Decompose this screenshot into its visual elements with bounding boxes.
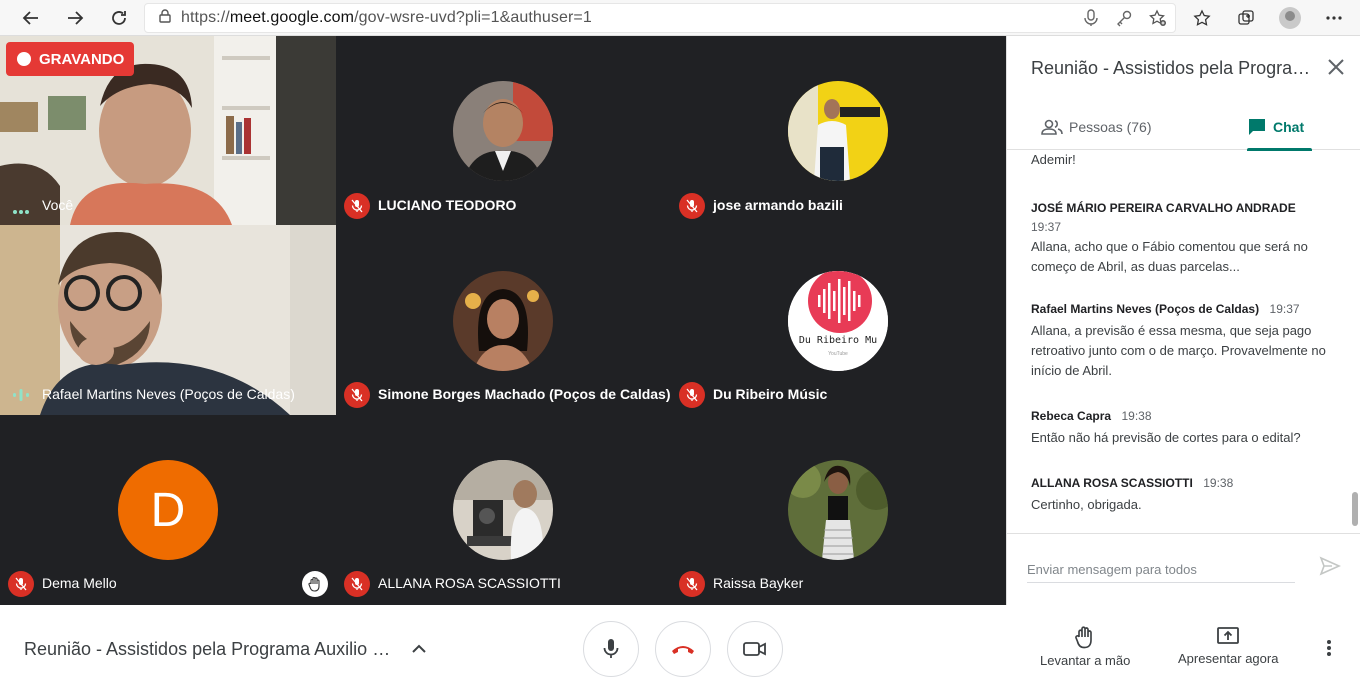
chat-message: Rebeca Capra 19:38 Então não há previsão… <box>1031 407 1331 448</box>
participant-name: LUCIANO TEODORO <box>378 197 517 213</box>
add-favorite-icon[interactable] <box>1149 9 1167 32</box>
side-panel: Reunião - Assistidos pela Programa Auxil… <box>1006 36 1360 605</box>
participant-tile[interactable]: Du Ribeiro Mu YouTube Du Ribeiro Músic <box>671 225 1006 415</box>
profile-avatar[interactable] <box>1274 4 1306 32</box>
participant-tile[interactable]: ALLANA ROSA SCASSIOTTI <box>336 415 671 605</box>
participant-name: ALLANA ROSA SCASSIOTTI <box>378 575 561 591</box>
participant-name: Du Ribeiro Músic <box>713 386 828 402</box>
recording-badge: GRAVANDO <box>6 42 134 76</box>
participant-tile[interactable]: LUCIANO TEODORO <box>336 36 671 225</box>
present-screen-icon <box>1217 627 1240 644</box>
send-icon[interactable] <box>1319 556 1341 581</box>
participant-avatar <box>788 460 888 560</box>
participant-name: Você <box>42 197 74 213</box>
message-sender: ALLANA ROSA SCASSIOTTI <box>1031 476 1193 490</box>
chat-messages: Ademir! JOSÉ MÁRIO PEREIRA CARVALHO ANDR… <box>1007 151 1351 533</box>
hand-icon <box>1075 626 1092 649</box>
more-options-icon[interactable] <box>1326 639 1332 662</box>
participant-tile[interactable]: Raissa Bayker <box>671 415 1006 605</box>
chat-message: JOSÉ MÁRIO PEREIRA CARVALHO ANDRADE 19:3… <box>1031 199 1331 277</box>
favorites-icon[interactable] <box>1186 4 1218 32</box>
present-now-button[interactable]: Apresentar agora <box>1178 625 1278 666</box>
message-time: 19:38 <box>1121 409 1152 423</box>
raise-hand-button[interactable]: Levantar a mão <box>1040 625 1130 668</box>
camera-button[interactable] <box>727 621 783 677</box>
raised-hand-icon <box>302 571 328 597</box>
participant-name: jose armando bazili <box>713 197 843 213</box>
chat-message: Ademir! <box>1031 152 1076 167</box>
participant-avatar <box>788 81 888 181</box>
message-text: Certinho, obrigada. <box>1031 497 1142 512</box>
message-time: 19:37 <box>1269 302 1300 316</box>
chat-icon <box>1249 119 1265 135</box>
participant-tile-self[interactable]: GRAVANDO Você <box>0 36 336 225</box>
tab-people[interactable]: Pessoas (76) <box>1041 104 1151 150</box>
participant-tile[interactable]: Simone Borges Machado (Poços de Caldas) <box>336 225 671 415</box>
chat-compose <box>1007 533 1360 605</box>
participant-avatar <box>453 460 553 560</box>
browser-toolbar: https://meet.google.com/gov-wsre-uvd?pli… <box>0 0 1360 36</box>
back-icon[interactable] <box>14 3 48 33</box>
hang-up-icon <box>672 646 694 654</box>
participant-tile[interactable]: jose armando bazili <box>671 36 1006 225</box>
chat-message-input[interactable] <box>1027 561 1295 583</box>
more-dots-icon <box>12 202 30 220</box>
mic-off-icon <box>344 382 370 408</box>
chat-scrollbar[interactable] <box>1352 492 1358 526</box>
url-text: https://meet.google.com/gov-wsre-uvd?pli… <box>181 9 592 26</box>
participant-name: Rafael Martins Neves (Poços de Caldas) <box>42 386 295 402</box>
mic-off-icon <box>8 571 34 597</box>
address-bar[interactable]: https://meet.google.com/gov-wsre-uvd?pli… <box>144 3 1176 33</box>
panel-title: Reunião - Assistidos pela Programa Auxil… <box>1031 58 1311 78</box>
more-horizontal-icon[interactable] <box>1318 4 1350 32</box>
chat-message: Rafael Martins Neves (Poços de Caldas) 1… <box>1031 300 1331 381</box>
audio-wave-icon <box>12 388 30 407</box>
tab-chat[interactable]: Chat <box>1247 104 1313 151</box>
participant-name: Dema Mello <box>42 575 117 591</box>
people-icon <box>1041 119 1063 135</box>
message-sender: Rebeca Capra <box>1031 409 1112 423</box>
message-time: 19:37 <box>1031 220 1062 234</box>
message-text: Allana, acho que o Fábio comentou que se… <box>1031 239 1308 274</box>
message-text: Allana, a previsão é essa mesma, que sej… <box>1031 323 1326 378</box>
microphone-button[interactable] <box>583 621 639 677</box>
participant-name: Simone Borges Machado (Poços de Caldas) <box>378 386 671 402</box>
mic-off-icon <box>679 193 705 219</box>
chat-message: ALLANA ROSA SCASSIOTTI 19:38 Certinho, o… <box>1031 474 1331 515</box>
chevron-up-icon[interactable] <box>410 641 428 659</box>
message-sender: Rafael Martins Neves (Poços de Caldas) <box>1031 302 1260 316</box>
lock-icon <box>159 8 171 28</box>
message-sender: JOSÉ MÁRIO PEREIRA CARVALHO ANDRADE <box>1031 201 1296 215</box>
mic-off-icon <box>344 571 370 597</box>
participant-avatar: Du Ribeiro Mu YouTube <box>788 271 888 371</box>
logo-text: Du Ribeiro Mu <box>798 335 878 346</box>
participant-avatar <box>453 81 553 181</box>
bottom-toolbar: Reunião - Assistidos pela Programa Auxil… <box>0 605 1360 685</box>
participant-tile-speaking[interactable]: Rafael Martins Neves (Poços de Caldas) <box>0 225 336 415</box>
participant-avatar: D <box>118 460 218 560</box>
record-dot-icon <box>17 52 31 66</box>
panel-tabs: Pessoas (76) Chat <box>1007 104 1360 151</box>
key-icon[interactable] <box>1115 9 1133 32</box>
microphone-icon[interactable] <box>1083 9 1099 32</box>
reload-icon[interactable] <box>102 3 136 33</box>
participant-avatar <box>453 271 553 371</box>
leave-call-button[interactable] <box>655 621 711 677</box>
close-icon[interactable] <box>1327 58 1345 81</box>
collections-icon[interactable] <box>1230 4 1262 32</box>
video-grid: GRAVANDO Você LUCIANO TEODORO jose arman… <box>0 36 1006 605</box>
participant-tile[interactable]: D Dema Mello <box>0 415 336 605</box>
mic-off-icon <box>679 571 705 597</box>
mic-off-icon <box>679 382 705 408</box>
microphone-icon <box>603 639 619 658</box>
mic-off-icon <box>344 193 370 219</box>
logo-subtext: YouTube <box>828 351 848 357</box>
message-text: Então não há previsão de cortes para o e… <box>1031 430 1301 445</box>
meeting-title[interactable]: Reunião - Assistidos pela Programa Auxil… <box>24 639 396 660</box>
message-time: 19:38 <box>1203 476 1234 490</box>
forward-icon[interactable] <box>58 3 92 33</box>
camera-icon <box>743 642 766 656</box>
participant-name: Raissa Bayker <box>713 575 804 591</box>
